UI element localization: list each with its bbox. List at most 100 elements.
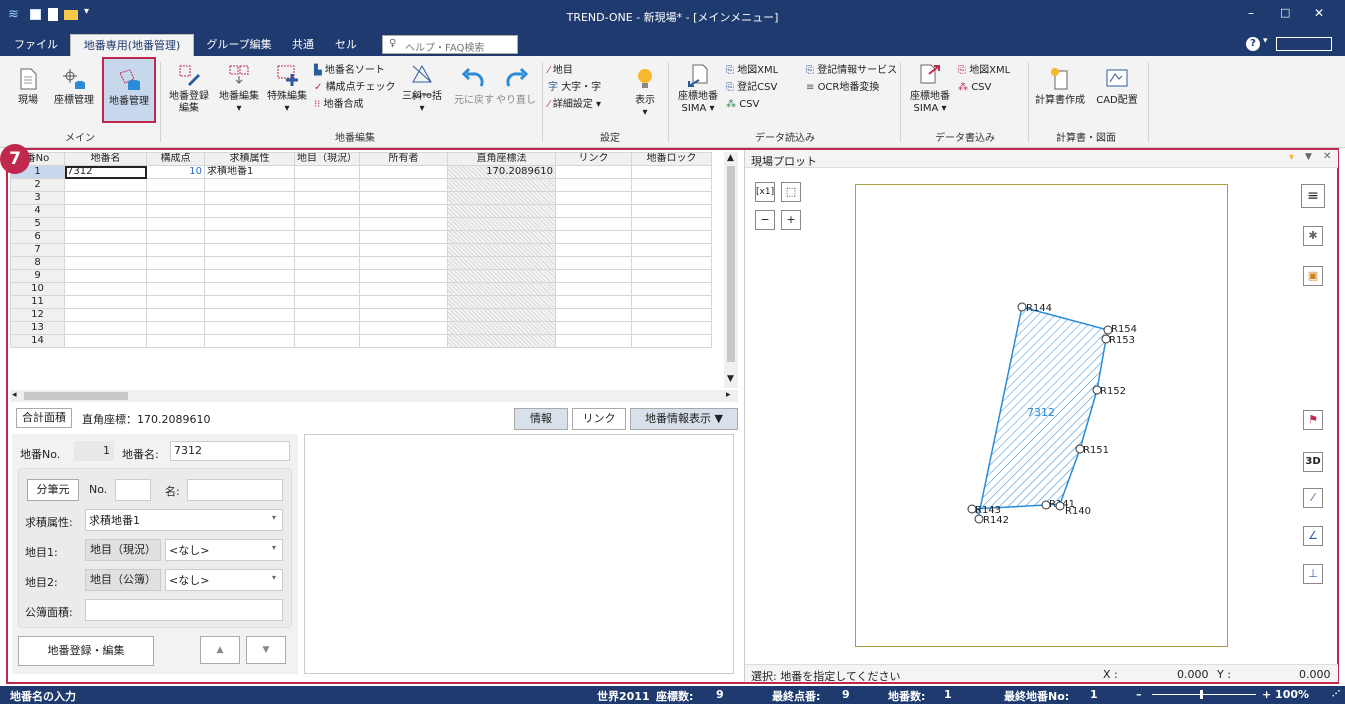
write-csv-button[interactable]: ⁂ CSV xyxy=(958,81,991,95)
table-cell[interactable] xyxy=(64,334,147,348)
close-button[interactable]: ✕ xyxy=(1314,6,1324,20)
area-cell[interactable] xyxy=(447,178,556,192)
table-cell[interactable] xyxy=(359,243,448,257)
table-row[interactable]: 13 xyxy=(10,321,712,335)
table-cell[interactable] xyxy=(64,191,147,205)
point-marker-r140[interactable] xyxy=(1055,501,1065,511)
table-cell[interactable] xyxy=(631,295,712,309)
table-cell[interactable] xyxy=(146,178,205,192)
ocr-button[interactable]: ≡ OCR地番変換 xyxy=(806,81,879,95)
table-cell[interactable] xyxy=(359,217,448,231)
zoom-out-button[interactable]: − xyxy=(755,210,775,230)
scroll-down-icon[interactable]: ▼ xyxy=(727,374,734,384)
table-cell[interactable] xyxy=(631,165,712,179)
help-dropdown-icon[interactable]: ▾ xyxy=(1263,36,1268,46)
table-cell[interactable] xyxy=(204,282,295,296)
table-cell[interactable] xyxy=(204,321,295,335)
table-cell[interactable] xyxy=(555,256,632,270)
menu-icon[interactable]: ≡ xyxy=(1301,184,1325,208)
area-cell[interactable] xyxy=(447,256,556,270)
table-cell[interactable] xyxy=(294,334,360,348)
point-marker-r142[interactable] xyxy=(974,514,984,524)
table-cell[interactable] xyxy=(146,256,205,270)
resize-grip-icon[interactable]: ⋰ xyxy=(1332,689,1340,698)
table-cell[interactable] xyxy=(555,178,632,192)
table-cell[interactable] xyxy=(359,334,448,348)
write-xml-button[interactable]: ⎘ 地図XML xyxy=(958,64,1010,78)
table-cell[interactable] xyxy=(64,295,147,309)
bunpitsu-button[interactable]: 分筆元 xyxy=(27,479,79,501)
calc-button[interactable]: 計算書作成 xyxy=(1032,66,1088,107)
table-cell[interactable] xyxy=(631,256,712,270)
table-row[interactable]: 5 xyxy=(10,217,712,231)
chimoku1-type-button[interactable]: 地目（現況） xyxy=(85,539,161,561)
move-down-button[interactable]: ▼ xyxy=(246,636,286,664)
table-cell[interactable] xyxy=(204,217,295,231)
area-cell[interactable] xyxy=(447,282,556,296)
register-edit-footer-button[interactable]: 地番登録・編集 xyxy=(18,636,154,666)
table-cell[interactable] xyxy=(204,243,295,257)
table-cell[interactable] xyxy=(204,191,295,205)
tab-chiban[interactable]: 地番専用(地番管理) xyxy=(70,34,194,56)
scroll-thumb[interactable] xyxy=(727,166,735,362)
table-cell[interactable] xyxy=(64,204,147,218)
table-cell[interactable] xyxy=(64,243,147,257)
table-cell[interactable] xyxy=(146,191,205,205)
table-cell[interactable] xyxy=(146,217,205,231)
tab-common[interactable]: 共通 xyxy=(282,34,324,56)
table-cell[interactable] xyxy=(204,308,295,322)
table-cell[interactable] xyxy=(146,308,205,322)
table-cell[interactable] xyxy=(64,269,147,283)
view-3d-button[interactable]: 3D xyxy=(1303,452,1323,472)
table-cell[interactable] xyxy=(294,178,360,192)
table-row[interactable]: 7 xyxy=(10,243,712,257)
table-cell[interactable] xyxy=(555,230,632,244)
area-cell[interactable] xyxy=(447,295,556,309)
table-cell[interactable] xyxy=(359,204,448,218)
table-cell[interactable] xyxy=(204,178,295,192)
chimoku-button[interactable]: ⁄ 地目 xyxy=(548,64,573,78)
chiban-manage-button[interactable]: 地番管理 xyxy=(102,57,156,123)
table-cell[interactable] xyxy=(146,334,205,348)
table-cell[interactable] xyxy=(631,178,712,192)
zoom-in-button[interactable]: + xyxy=(781,210,801,230)
table-cell[interactable] xyxy=(294,256,360,270)
tab-file[interactable]: ファイル xyxy=(4,34,68,56)
table-cell[interactable] xyxy=(204,204,295,218)
table-row[interactable]: 8 xyxy=(10,256,712,270)
table-cell[interactable] xyxy=(555,191,632,205)
koubo-field[interactable] xyxy=(85,599,283,621)
zahyo-button[interactable]: 座標管理 xyxy=(48,66,100,107)
table-cell[interactable] xyxy=(204,230,295,244)
scroll-left-icon[interactable]: ◂ xyxy=(12,390,17,400)
info-textarea[interactable] xyxy=(304,434,734,674)
col-header-chimoku[interactable]: 地目（現況） xyxy=(294,152,360,166)
table-cell[interactable] xyxy=(555,295,632,309)
sankaku-button[interactable]: AUTO 三斜一括 ▾ xyxy=(398,62,446,115)
chiban-edit-button[interactable]: 地番編集 ▾ xyxy=(214,62,264,115)
table-cell[interactable] xyxy=(294,321,360,335)
account-box[interactable] xyxy=(1276,37,1332,51)
special-edit-button[interactable]: 特殊編集 ▾ xyxy=(264,62,310,115)
col-header-area[interactable]: 直角座標法 xyxy=(447,152,556,166)
table-cell[interactable] xyxy=(555,204,632,218)
table-cell[interactable] xyxy=(64,308,147,322)
table-cell[interactable] xyxy=(146,282,205,296)
chimoku2-select[interactable]: <なし> ▾ xyxy=(165,569,283,591)
table-row[interactable]: 3 xyxy=(10,191,712,205)
table-cell[interactable] xyxy=(359,295,448,309)
table-cell[interactable] xyxy=(204,269,295,283)
move-up-button[interactable]: ▲ xyxy=(200,636,240,664)
table-cell[interactable] xyxy=(64,321,147,335)
area-cell[interactable] xyxy=(447,334,556,348)
table-cell[interactable] xyxy=(294,282,360,296)
tab-cell[interactable]: セル xyxy=(328,34,364,56)
table-cell[interactable] xyxy=(359,178,448,192)
line-tool-icon[interactable]: ⁄ xyxy=(1303,488,1323,508)
table-cell[interactable] xyxy=(146,321,205,335)
no2-field[interactable] xyxy=(115,479,151,501)
table-cell[interactable] xyxy=(294,191,360,205)
attr-cell[interactable]: 求積地番1 xyxy=(204,165,295,179)
table-cell[interactable] xyxy=(555,282,632,296)
read-xml-button[interactable]: ⎘ 地図XML xyxy=(726,64,778,78)
